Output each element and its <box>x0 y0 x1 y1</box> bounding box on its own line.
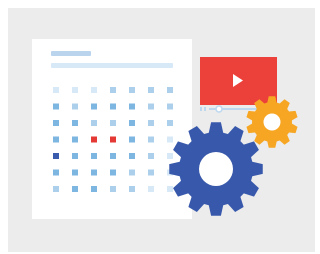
calendar-day-cell <box>148 103 154 110</box>
calendar-day-cell <box>110 136 116 143</box>
timeline-tick-icon <box>204 107 206 111</box>
gear-hole <box>263 113 281 131</box>
calendar-day-cell <box>167 186 173 192</box>
calendar-day-cell <box>72 120 78 126</box>
calendar-card <box>32 39 192 219</box>
timeline-handle-icon <box>215 105 223 113</box>
calendar-day-cell <box>129 186 135 192</box>
calendar-title-bar <box>51 51 91 56</box>
calendar-day-cell <box>110 87 116 93</box>
calendar-day-cell <box>129 169 135 176</box>
calendar-day-cell <box>91 169 97 176</box>
calendar-day-cell <box>91 153 97 159</box>
calendar-day-cell <box>110 186 116 192</box>
calendar-day-cell <box>167 120 173 126</box>
calendar-day-cell <box>167 153 173 159</box>
calendar-day-cell <box>72 186 78 192</box>
calendar-day-cell <box>167 136 173 143</box>
calendar-day-cell <box>72 153 78 159</box>
calendar-day-cell <box>91 186 97 192</box>
calendar-day-cell <box>148 186 154 192</box>
calendar-day-cell <box>53 153 59 159</box>
calendar-day-cell <box>72 136 78 143</box>
calendar-day-cell <box>53 120 59 126</box>
calendar-day-cell <box>129 87 135 93</box>
calendar-day-cell <box>72 103 78 110</box>
calendar-day-cell <box>129 153 135 159</box>
calendar-day-cell <box>110 120 116 126</box>
calendar-day-cell <box>129 120 135 126</box>
calendar-day-cell <box>53 186 59 192</box>
illustration-canvas <box>32 39 298 219</box>
calendar-day-cell <box>91 136 97 143</box>
calendar-day-cell <box>148 136 154 143</box>
calendar-day-cell <box>72 169 78 176</box>
calendar-day-cell <box>53 87 59 93</box>
calendar-day-cell <box>91 120 97 126</box>
gear-hole <box>199 152 233 186</box>
calendar-day-cell <box>148 153 154 159</box>
calendar-day-cell <box>91 87 97 93</box>
calendar-day-cell <box>148 120 154 126</box>
calendar-day-cell <box>167 103 173 110</box>
calendar-day-cell <box>72 87 78 93</box>
calendar-day-cell <box>110 103 116 110</box>
calendar-day-cell <box>53 103 59 110</box>
calendar-day-cell <box>110 153 116 159</box>
calendar-day-cell <box>53 136 59 143</box>
timeline-tick-icon <box>200 107 202 111</box>
calendar-day-cell <box>167 87 173 93</box>
calendar-day-cell <box>129 136 135 143</box>
calendar-day-cell <box>148 169 154 176</box>
calendar-day-cell <box>53 169 59 176</box>
calendar-day-cell <box>148 87 154 93</box>
calendar-day-cell <box>110 169 116 176</box>
calendar-day-cell <box>91 103 97 110</box>
calendar-subtitle-bar <box>51 63 173 68</box>
calendar-day-cell <box>129 103 135 110</box>
